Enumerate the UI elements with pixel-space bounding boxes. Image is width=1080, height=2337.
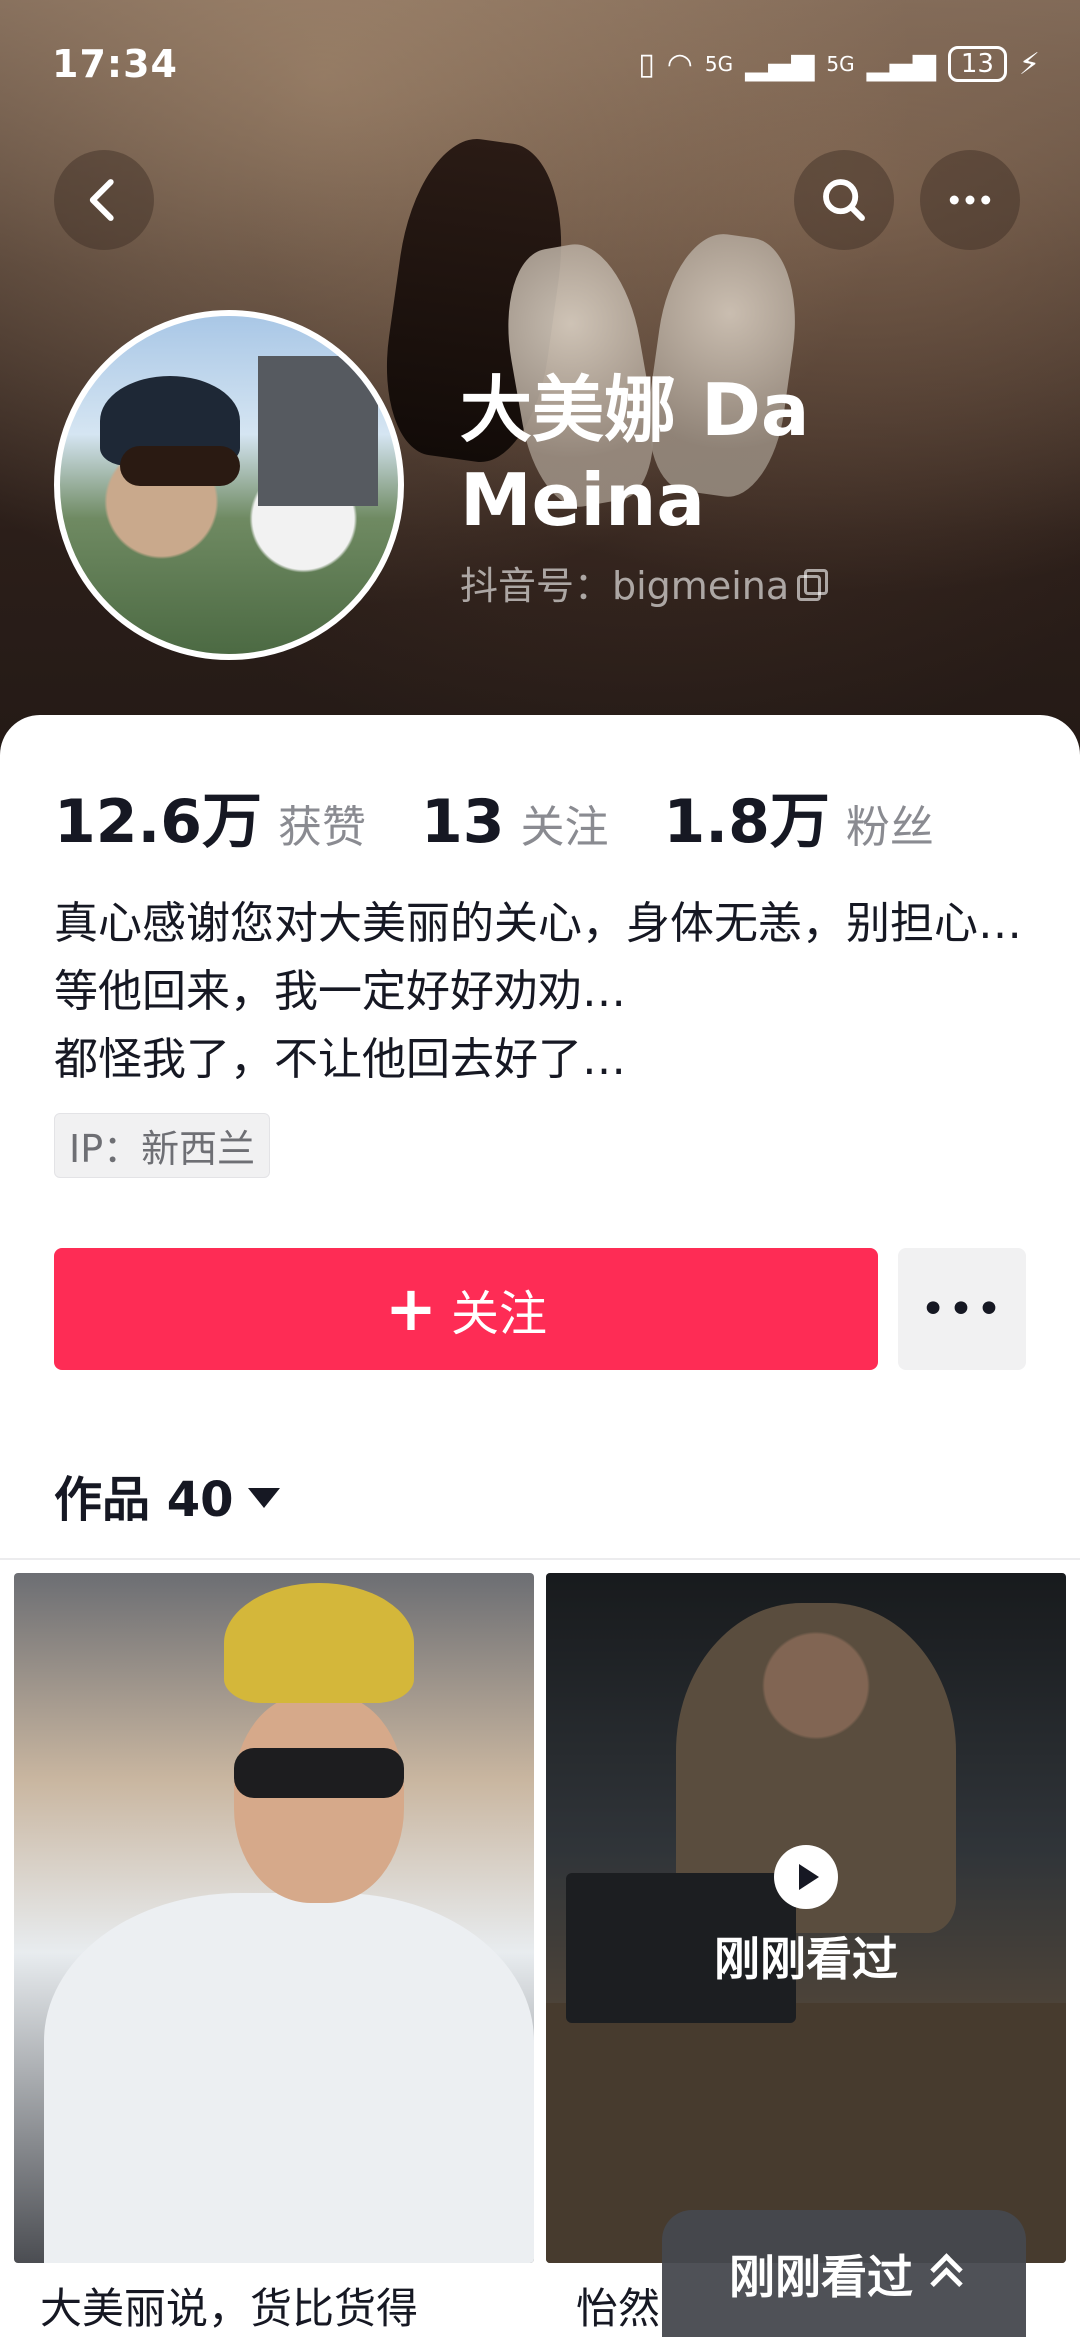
just-watched-float-button[interactable]: 刚刚看过 xyxy=(662,2210,1026,2337)
just-watched-label: 刚刚看过 xyxy=(714,1932,898,1986)
video-caption-1[interactable]: 大美丽说，货比货得 xyxy=(40,2275,520,2336)
video-thumb-glasses xyxy=(234,1748,404,1798)
douyin-id-row[interactable]: 抖音号：bigmeina xyxy=(460,555,829,610)
wifi-icon: ◠ xyxy=(666,46,693,82)
stat-following-label: 关注 xyxy=(520,802,609,853)
stat-likes[interactable]: 12.6万 获赞 xyxy=(54,773,366,860)
signal-5g-label-1: 5G xyxy=(704,52,734,76)
douyin-id: 抖音号：bigmeina xyxy=(460,564,790,608)
video-thumb-body xyxy=(44,1893,534,2263)
more-options-button[interactable] xyxy=(920,150,1020,250)
stat-likes-value: 12.6万 xyxy=(54,787,263,857)
avatar-image-glasses xyxy=(120,446,240,486)
profile-card: 12.6万 获赞 13 关注 1.8万 粉丝 真心感谢您对大美丽的关心，身体无恙… xyxy=(0,715,1080,2337)
more-icon xyxy=(949,195,991,205)
video-thumb-face xyxy=(234,1693,404,1903)
bio-line-1: 真心感谢您对大美丽的关心，身体无恙，别担心… xyxy=(54,898,1022,949)
more-actions-button[interactable]: ••• xyxy=(898,1248,1026,1370)
back-arrow-icon xyxy=(89,179,114,221)
battery-level: 13 xyxy=(947,46,1007,82)
stat-followers-value: 1.8万 xyxy=(663,787,830,857)
search-icon xyxy=(823,179,865,221)
video-watched-overlay xyxy=(546,1573,1066,2263)
stat-followers-label: 粉丝 xyxy=(845,802,934,853)
ip-badge: IP：新西兰 xyxy=(54,1113,271,1178)
avatar-image-building xyxy=(258,356,378,506)
stat-likes-label: 获赞 xyxy=(278,802,367,853)
float-pill-label: 刚刚看过 xyxy=(729,2249,913,2304)
caret-down-icon xyxy=(247,1488,280,1508)
profile-name: 大美娜 Da Meina xyxy=(460,368,810,542)
stat-following[interactable]: 13 关注 xyxy=(421,787,609,857)
copy-icon[interactable] xyxy=(797,568,829,601)
bio-line-2: 等他回来，我一定好好劝劝… xyxy=(54,966,626,1017)
avatar[interactable] xyxy=(54,310,404,660)
more-dots-icon: ••• xyxy=(920,1283,1004,1335)
stat-followers[interactable]: 1.8万 粉丝 xyxy=(664,773,934,860)
tab-works[interactable]: 作品 40 xyxy=(54,1460,280,1530)
search-button[interactable] xyxy=(794,150,894,250)
signal-icon: ▂▄▆ xyxy=(745,46,815,82)
double-chevron-up-icon xyxy=(929,2254,959,2294)
plus-icon: + xyxy=(385,1272,437,1345)
signal-5g-label-2: 5G xyxy=(826,52,855,76)
status-time: 17:34 xyxy=(52,42,178,86)
follow-button[interactable]: + 关注 xyxy=(54,1248,878,1370)
signal-icon-2: ▂▄▆ xyxy=(866,46,936,82)
tab-works-label: 作品 40 xyxy=(54,1472,234,1528)
divider xyxy=(0,1558,1080,1560)
video-thumb-cap xyxy=(224,1583,414,1703)
bio[interactable]: 真心感谢您对大美丽的关心，身体无恙，别担心… 等他回来，我一定好好劝劝… 都怪我… xyxy=(54,890,1044,1094)
stat-following-value: 13 xyxy=(421,787,505,857)
video-tile-2[interactable]: 刚刚看过 xyxy=(546,1573,1066,2263)
status-bar: 17:34 ▯ ◠ 5G ▂▄▆ 5G ▂▄▆ 13 ⚡ xyxy=(0,0,1080,130)
vibrate-icon: ▯ xyxy=(638,46,655,82)
stats-row: 12.6万 获赞 13 关注 1.8万 粉丝 xyxy=(54,773,989,860)
charging-icon: ⚡ xyxy=(1018,46,1040,82)
status-icons: ▯ ◠ 5G ▂▄▆ 5G ▂▄▆ 13 ⚡ xyxy=(638,46,1040,82)
play-icon xyxy=(774,1845,838,1909)
back-button[interactable] xyxy=(54,150,154,250)
video-tile-1[interactable] xyxy=(14,1573,534,2263)
bio-line-3: 都怪我了，不让他回去好了… xyxy=(54,1034,626,1085)
follow-label: 关注 xyxy=(450,1286,547,1342)
